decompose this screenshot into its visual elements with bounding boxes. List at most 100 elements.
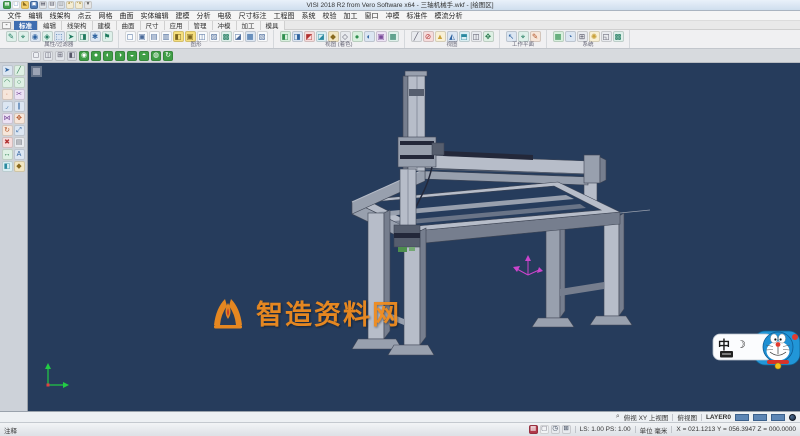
element-filter-icon[interactable]: ◨ [78, 31, 89, 42]
mesh-view-icon[interactable]: ▦ [388, 31, 399, 42]
magnifier-icon[interactable]: ⌕ [616, 413, 620, 421]
ime-language-indicator[interactable]: 中 [718, 337, 730, 352]
menu-item-8[interactable]: 分析 [193, 11, 214, 21]
arc-icon[interactable]: ◠ [2, 77, 13, 88]
surface-icon[interactable]: ◧ [2, 161, 13, 172]
zoom-in-icon[interactable]: ▲ [435, 31, 446, 42]
select-icon[interactable]: ➤ [2, 65, 13, 76]
system-settings-icon[interactable]: ✺ [589, 31, 600, 42]
shaded-view-icon[interactable]: ◧ [280, 31, 291, 42]
toolbar-tab-9[interactable]: 加工 [237, 21, 261, 30]
hidden-line-view-icon[interactable]: ◩ [304, 31, 315, 42]
view-bottom-icon[interactable]: ◍ [151, 51, 161, 61]
mirror-icon[interactable]: ⋈ [2, 113, 13, 124]
viewport-quad-icon[interactable]: ⊞ [55, 51, 65, 61]
view-rotate-icon[interactable]: ↻ [163, 51, 173, 61]
toolbar-tab-7[interactable]: 管理 [189, 21, 213, 30]
system-window-icon[interactable]: ◱ [601, 31, 612, 42]
delete-icon[interactable]: ✖ [2, 137, 13, 148]
material-view-icon[interactable]: ◆ [328, 31, 339, 42]
dimension-icon[interactable]: ↔ [2, 149, 13, 160]
undo-icon[interactable]: ↶ [66, 1, 74, 9]
menu-item-5[interactable]: 曲面 [116, 11, 137, 21]
render-view-icon[interactable]: ● [352, 31, 363, 42]
customize-icon[interactable]: ▾ [84, 1, 92, 9]
viewport-split-icon[interactable]: ◫ [43, 51, 53, 61]
menu-item-15[interactable]: 窗口 [361, 11, 382, 21]
menu-item-3[interactable]: 点云 [74, 11, 95, 21]
view-iso-icon[interactable]: ◉ [79, 51, 89, 61]
ime-moon-icon[interactable]: ☽ [736, 339, 746, 351]
solid-icon[interactable]: ◆ [14, 161, 25, 172]
viewport-single-icon[interactable]: ▢ [31, 51, 41, 61]
point-icon[interactable]: ∙ [2, 89, 13, 100]
line-icon[interactable]: ╱ [14, 65, 25, 76]
menu-item-17[interactable]: 标准件 [403, 11, 431, 21]
snap-settings-icon[interactable]: ▦ [529, 425, 538, 434]
scale-icon[interactable]: ⤢ [14, 125, 25, 136]
view-top-icon[interactable]: ● [91, 51, 101, 61]
menu-item-10[interactable]: 尺寸标注 [235, 11, 270, 21]
attribute-pen-icon[interactable]: ✎ [6, 31, 17, 42]
dynamic-rotate-icon[interactable]: ╱ [411, 31, 422, 42]
view-mode-label[interactable]: 俯视 XY 上视图 [624, 412, 669, 422]
system-table-icon[interactable]: ⊞ [577, 31, 588, 42]
workplane-edit-icon[interactable]: ✎ [530, 31, 541, 42]
toolbar-tab-5[interactable]: 尺寸 [141, 21, 165, 30]
menu-item-12[interactable]: 系统 [298, 11, 319, 21]
collapse-ribbon-button[interactable]: - [2, 22, 11, 29]
status-box-2[interactable] [753, 414, 767, 421]
menu-item-2[interactable]: 线架构 [46, 11, 74, 21]
sheet-link-icon[interactable]: ▦ [245, 31, 256, 42]
viewport-shade-icon[interactable]: ◧ [67, 51, 77, 61]
print-icon[interactable]: ▤ [39, 1, 47, 9]
toolbar-tab-3[interactable]: 建模 [93, 21, 117, 30]
open-file-icon[interactable]: ◣ [21, 1, 29, 9]
toolbar-tab-0[interactable]: 标准 [14, 21, 38, 30]
workplane-pick-icon[interactable]: ↖ [506, 31, 517, 42]
redo-icon[interactable]: ↷ [75, 1, 83, 9]
layers-icon[interactable]: ▤ [14, 137, 25, 148]
view-right-icon[interactable]: ◑ [115, 51, 125, 61]
system-clock-icon[interactable]: ◔ [565, 31, 576, 42]
menu-item-1[interactable]: 编辑 [25, 11, 46, 21]
plot-icon[interactable]: ◫ [57, 1, 65, 9]
color-filter-icon[interactable]: ◉ [30, 31, 41, 42]
toolbar-tab-4[interactable]: 曲面 [117, 21, 141, 30]
stop-view-icon[interactable]: ⊘ [423, 31, 434, 42]
menu-item-0[interactable]: 文件 [4, 11, 25, 21]
menu-item-16[interactable]: 冲模 [382, 11, 403, 21]
ime-widget[interactable]: 中 ☽ [712, 325, 800, 373]
toolbar-tab-1[interactable]: 编辑 [38, 21, 62, 30]
menu-item-18[interactable]: 模流分析 [431, 11, 466, 21]
view-back-icon[interactable]: ◓ [139, 51, 149, 61]
view-front-icon[interactable]: ◐ [103, 51, 113, 61]
rotate-icon[interactable]: ↻ [2, 125, 13, 136]
active-sheet-icon[interactable]: ▣ [185, 31, 196, 42]
workplane-label[interactable]: 俯视图 [677, 412, 697, 422]
attribute-match-icon[interactable]: ✱ [90, 31, 101, 42]
toolbar-tab-8[interactable]: 冲模 [213, 21, 237, 30]
menu-item-14[interactable]: 加工 [340, 11, 361, 21]
layer-filter-icon[interactable]: ◈ [42, 31, 53, 42]
system-database-icon[interactable]: ▩ [613, 31, 624, 42]
half-shade-view-icon[interactable]: ◐ [364, 31, 375, 42]
status-box-3[interactable] [771, 414, 785, 421]
ghost-view-icon[interactable]: ◇ [340, 31, 351, 42]
pick-filter-icon[interactable]: ➤ [66, 31, 77, 42]
selection-box-icon[interactable]: ▢ [540, 425, 549, 434]
menu-item-11[interactable]: 工程图 [270, 11, 298, 21]
3d-viewport[interactable]: 智造资料网 中 ☽ [28, 63, 800, 411]
offset-icon[interactable]: ∥ [14, 101, 25, 112]
section-view-icon[interactable]: ▣ [376, 31, 387, 42]
sheet-stack-icon[interactable]: ◫ [197, 31, 208, 42]
transparent-view-icon[interactable]: ◪ [316, 31, 327, 42]
circle-icon[interactable]: ○ [14, 77, 25, 88]
toolbar-tab-2[interactable]: 线架构 [62, 21, 93, 30]
sheet-teal-icon[interactable]: ▩ [221, 31, 232, 42]
sheet-grid-icon[interactable]: ▣ [137, 31, 148, 42]
box-select-icon[interactable]: ⬚ [54, 31, 65, 42]
workplane-origin-icon[interactable]: ⌖ [518, 31, 529, 42]
fillet-icon[interactable]: ◞ [2, 101, 13, 112]
menu-item-6[interactable]: 实体编辑 [137, 11, 172, 21]
